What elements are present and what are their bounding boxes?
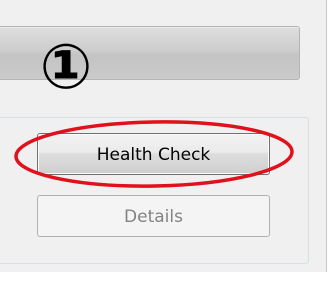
step-marker: ① (39, 30, 93, 103)
bottom-strip (0, 272, 333, 283)
details-button[interactable]: Details (37, 195, 270, 237)
health-check-button[interactable]: Health Check (37, 133, 270, 175)
